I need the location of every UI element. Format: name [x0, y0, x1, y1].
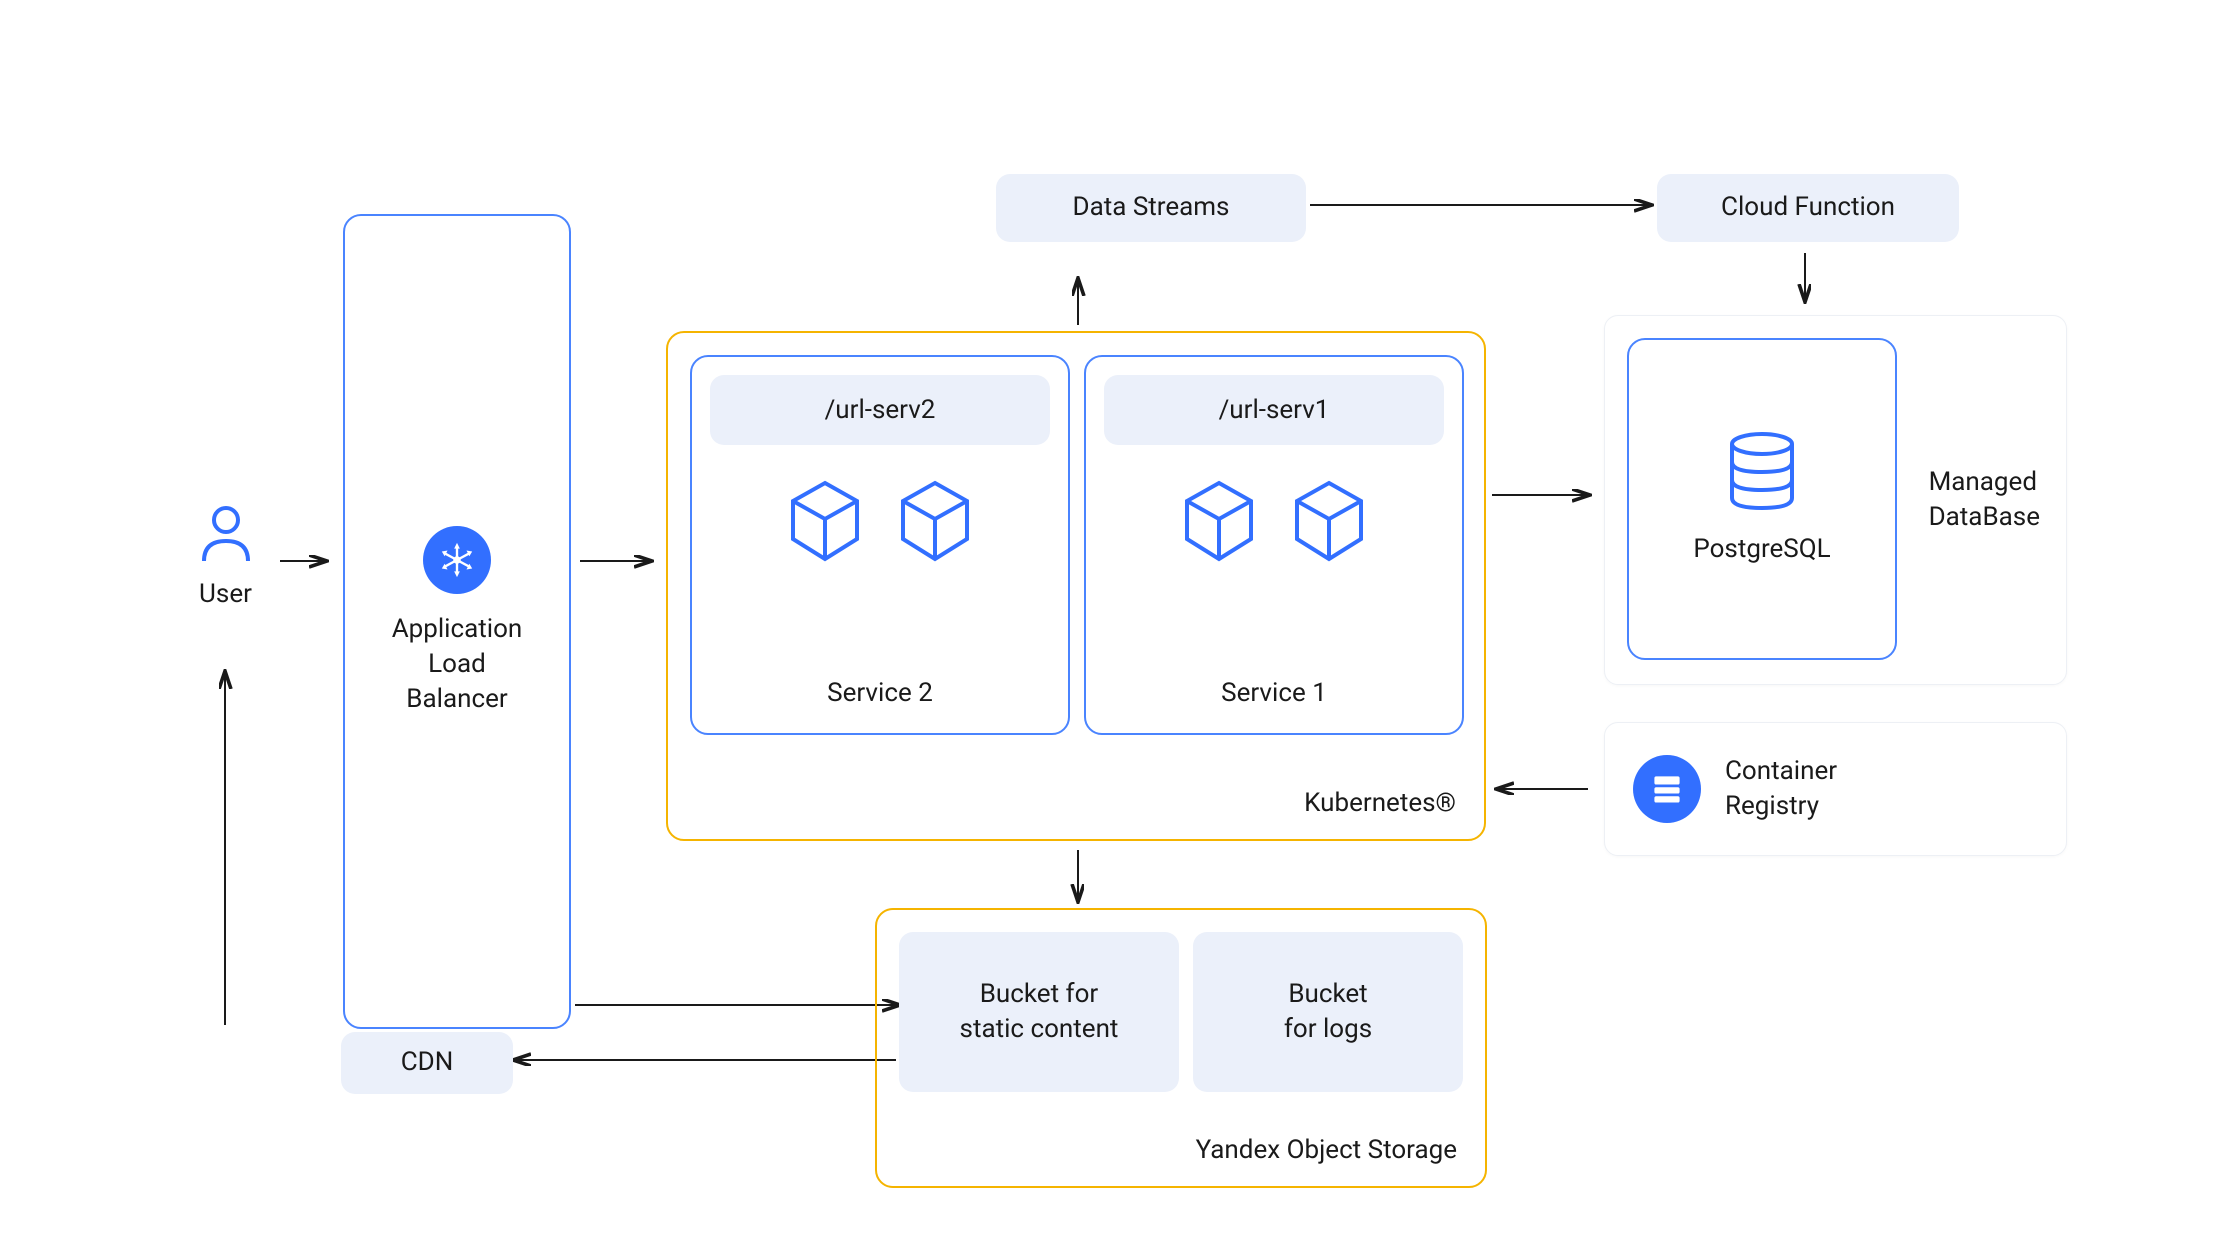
- managed-db-label: Managed DataBase: [1929, 465, 2040, 535]
- data-streams-label: Data Streams: [1073, 190, 1230, 225]
- cdn-label: CDN: [401, 1045, 454, 1080]
- container-registry-card: Container Registry: [1604, 722, 2067, 856]
- alb-label: Application Load Balancer: [392, 612, 523, 717]
- cdn-node: CDN: [341, 1032, 513, 1094]
- service1-cubes: [1086, 477, 1462, 565]
- database-icon: [1723, 430, 1801, 512]
- postgresql-label: PostgreSQL: [1693, 532, 1830, 567]
- user-label: User: [199, 577, 252, 612]
- cube-icon: [895, 477, 975, 565]
- service1-url-box: /url-serv1: [1104, 375, 1444, 445]
- cloud-function-label: Cloud Function: [1721, 190, 1895, 225]
- service2-cubes: [692, 477, 1068, 565]
- object-storage-label: Yandex Object Storage: [1196, 1133, 1457, 1168]
- managed-db-card: PostgreSQL Managed DataBase: [1604, 315, 2067, 685]
- cloud-function-node: Cloud Function: [1657, 174, 1959, 242]
- bucket-logs-label: Bucket for logs: [1284, 977, 1372, 1047]
- load-balancer-icon: [423, 526, 491, 594]
- bucket-static-node: Bucket for static content: [899, 932, 1179, 1092]
- alb-node: Application Load Balancer: [343, 214, 571, 1029]
- cube-icon: [1179, 477, 1259, 565]
- container-registry-label: Container Registry: [1725, 754, 1837, 824]
- user-node: User: [183, 505, 268, 612]
- service1-url: /url-serv1: [1219, 395, 1330, 425]
- bucket-logs-node: Bucket for logs: [1193, 932, 1463, 1092]
- service1-name: Service 1: [1086, 676, 1462, 711]
- service2-name: Service 2: [692, 676, 1068, 711]
- service1-box: /url-serv1 Service 1: [1084, 355, 1464, 735]
- cube-icon: [1289, 477, 1369, 565]
- postgresql-box: PostgreSQL: [1627, 338, 1897, 660]
- cube-icon: [785, 477, 865, 565]
- user-icon: [200, 505, 252, 563]
- object-storage-container: Yandex Object Storage Bucket for static …: [875, 908, 1487, 1188]
- service2-url: /url-serv2: [825, 395, 936, 425]
- kubernetes-label: Kubernetes®: [1304, 786, 1456, 821]
- kubernetes-container: Kubernetes® /url-serv2 Service 2 /url-se…: [666, 331, 1486, 841]
- bucket-static-label: Bucket for static content: [960, 977, 1119, 1047]
- service2-url-box: /url-serv2: [710, 375, 1050, 445]
- container-registry-icon: [1633, 755, 1701, 823]
- data-streams-node: Data Streams: [996, 174, 1306, 242]
- service2-box: /url-serv2 Service 2: [690, 355, 1070, 735]
